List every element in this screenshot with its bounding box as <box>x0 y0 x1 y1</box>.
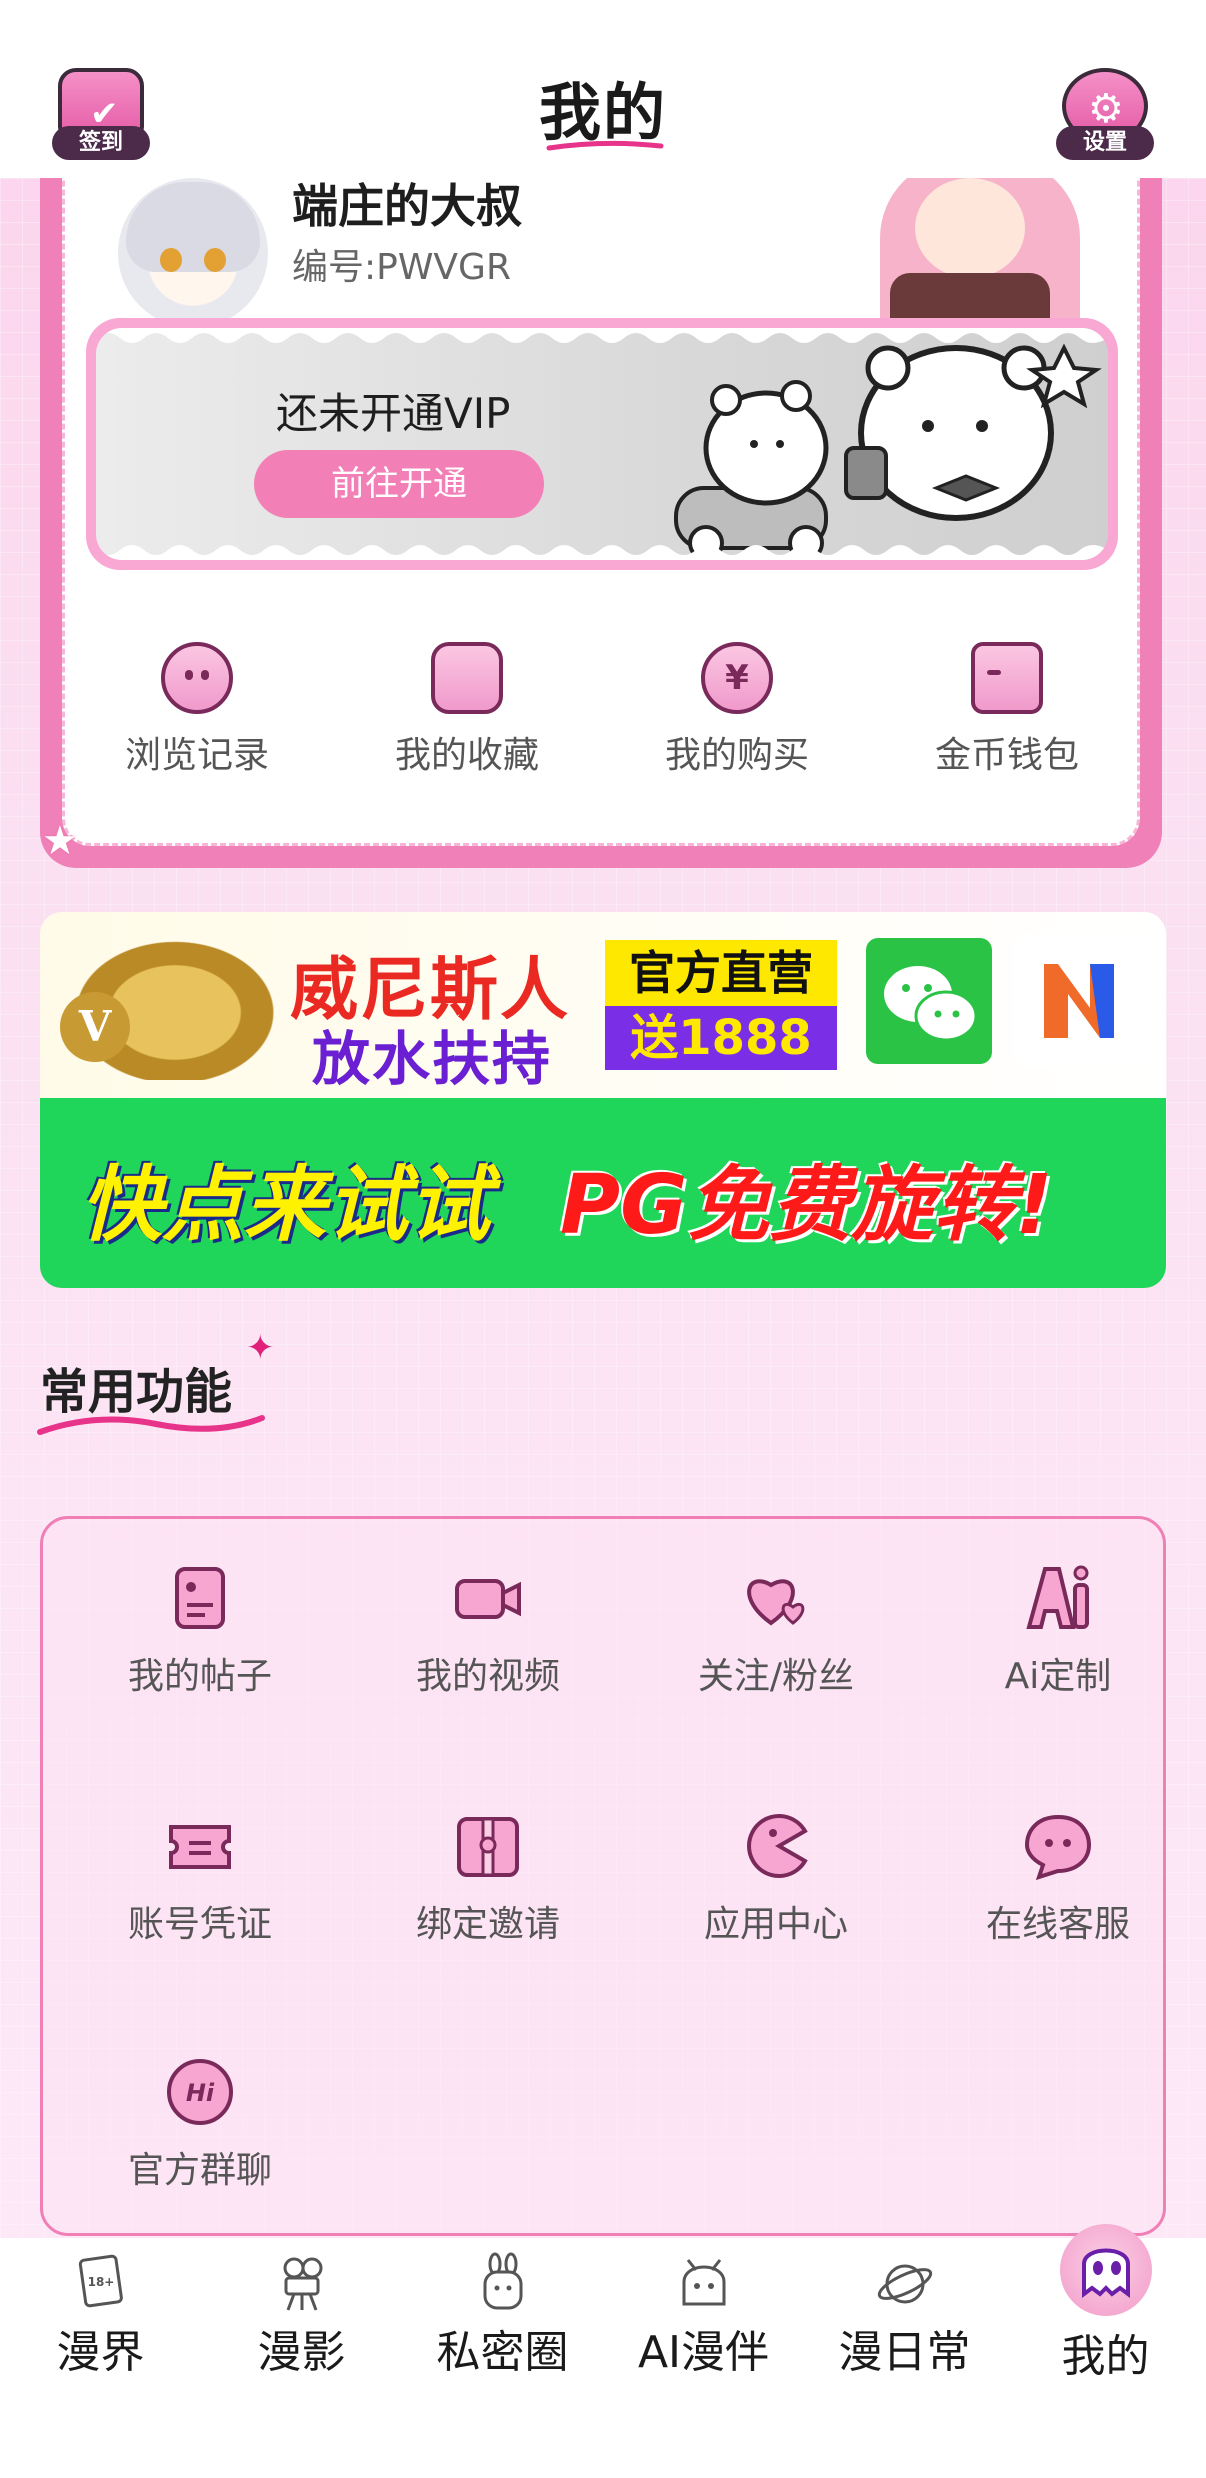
yen-icon: ¥ <box>701 642 773 714</box>
quick-action-label: 我的购买 <box>664 735 809 776</box>
nav-label: 漫界 <box>56 2327 145 2378</box>
bears-illustration <box>674 343 1102 558</box>
function-official-group[interactable]: Hi 官方群聊 <box>75 2057 325 2193</box>
ad-subheadline: 放水扶持 <box>312 1025 553 1093</box>
sparkle-icon: ✦ <box>246 1328 275 1368</box>
quick-action-label: 浏览记录 <box>124 735 269 776</box>
function-ai-custom[interactable]: Ai定制 <box>933 1563 1183 1699</box>
function-bind-invite[interactable]: 绑定邀请 <box>363 1811 613 1947</box>
nav-tab-manying[interactable]: 漫影 <box>201 2238 402 2380</box>
function-my-videos[interactable]: 我的视频 <box>363 1563 613 1699</box>
section-underline-decoration <box>37 1415 265 1435</box>
header: ✔ 签到 我的 ⚙ 设置 <box>0 0 1206 178</box>
post-icon <box>165 1563 235 1633</box>
v-emblem-icon: V <box>60 992 130 1062</box>
ad-badge: 官方直营 送1888 <box>605 940 837 1070</box>
nav-tab-private-circle[interactable]: 私密圈 <box>402 2238 603 2380</box>
hi-icon: Hi <box>165 2057 235 2127</box>
video-camera-icon <box>453 1563 523 1633</box>
bunny-icon <box>473 2252 533 2312</box>
title-underline-decoration <box>546 140 664 151</box>
planet-icon <box>875 2252 935 2312</box>
ad-banner[interactable]: V 威尼斯人 放水扶持 官方直营 送1888 快点来试试 PG免费旋转! <box>40 912 1166 1288</box>
ai-icon <box>1023 1563 1093 1633</box>
function-label: 应用中心 <box>703 1904 848 1945</box>
quick-action-history[interactable]: 浏览记录 <box>62 642 332 792</box>
username: 端庄的大叔 <box>292 179 522 233</box>
settings-button[interactable]: ⚙ 设置 <box>1056 60 1154 160</box>
nav-label: 私密圈 <box>436 2327 569 2378</box>
function-label: 官方群聊 <box>127 2150 272 2191</box>
vip-status-text: 还未开通VIP <box>276 389 511 438</box>
nav-tab-mine[interactable]: 我的 <box>1005 2224 1206 2384</box>
chat-bubble-icon <box>1023 1811 1093 1881</box>
functions-panel: 我的帖子 我的视频 关注/粉丝 Ai定制 账号凭证 绑定邀请 应用中心 在线客服… <box>40 1516 1166 2236</box>
history-icon <box>161 642 233 714</box>
function-follow-fans[interactable]: 关注/粉丝 <box>651 1563 901 1699</box>
anime-girl-icon <box>674 2252 734 2312</box>
function-label: 账号凭证 <box>127 1904 272 1945</box>
book-18-icon: 18+ <box>71 2252 131 2312</box>
svg-text:18+: 18+ <box>87 2275 114 2289</box>
vip-activate-button[interactable]: 前往开通 <box>254 450 544 518</box>
bottom-navigation: 18+ 漫界 漫影 私密圈 AI漫伴 漫日常 我的 <box>0 2224 1206 2478</box>
invite-icon <box>453 1811 523 1881</box>
quick-actions: 浏览记录 我的收藏 ¥ 我的购买 金币钱包 <box>62 642 1142 792</box>
film-camera-icon <box>272 2252 332 2312</box>
function-online-service[interactable]: 在线客服 <box>933 1811 1183 1947</box>
user-id: 编号:PWVGR <box>292 247 511 288</box>
nav-tab-daily[interactable]: 漫日常 <box>804 2238 1005 2380</box>
function-label: 在线客服 <box>985 1904 1130 1945</box>
ticket-icon <box>165 1811 235 1881</box>
nav-label: 漫日常 <box>838 2327 971 2378</box>
function-app-center[interactable]: 应用中心 <box>651 1811 901 1947</box>
wechat-icon <box>866 938 992 1064</box>
svg-text:Hi: Hi <box>186 2079 215 2107</box>
settings-label: 设置 <box>1056 126 1154 160</box>
nav-label: AI漫伴 <box>637 2327 770 2378</box>
pacman-icon <box>741 1811 811 1881</box>
function-my-posts[interactable]: 我的帖子 <box>75 1563 325 1699</box>
page-title: 我的 <box>538 76 667 149</box>
vip-banner[interactable]: 还未开通VIP 前往开通 <box>86 318 1118 570</box>
function-label: 我的帖子 <box>127 1656 272 1697</box>
ad-badge-line2: 送1888 <box>605 1006 837 1070</box>
quick-action-label: 我的收藏 <box>394 735 539 776</box>
ad-cta-left: 快点来试试 <box>80 1158 490 1253</box>
ad-badge-line1: 官方直营 <box>605 940 837 1006</box>
mascot-illustration <box>820 178 1080 318</box>
nav-tab-ai-companion[interactable]: AI漫伴 <box>603 2238 804 2380</box>
wallet-icon <box>971 642 1043 714</box>
quick-action-favorites[interactable]: 我的收藏 <box>332 642 602 792</box>
function-label: Ai定制 <box>1004 1656 1112 1697</box>
function-label: 我的视频 <box>415 1656 560 1697</box>
app-logo-icon <box>1014 934 1144 1068</box>
nav-label: 漫影 <box>257 2327 346 2378</box>
quick-action-wallet[interactable]: 金币钱包 <box>872 642 1142 792</box>
hearts-icon <box>741 1563 811 1633</box>
function-label: 关注/粉丝 <box>697 1656 855 1697</box>
star-decoration-icon: ★ <box>42 818 78 864</box>
ghost-icon <box>1059 2224 1152 2316</box>
quick-action-purchases[interactable]: ¥ 我的购买 <box>602 642 872 792</box>
nav-label: 我的 <box>1061 2331 1150 2382</box>
nav-tab-manjie[interactable]: 18+ 漫界 <box>0 2238 201 2380</box>
function-account-credential[interactable]: 账号凭证 <box>75 1811 325 1947</box>
function-label: 绑定邀请 <box>415 1904 560 1945</box>
star-icon <box>431 642 503 714</box>
avatar[interactable] <box>118 178 268 328</box>
quick-action-label: 金币钱包 <box>934 735 1079 776</box>
ad-cta-right: PG免费旋转! <box>560 1158 1053 1253</box>
